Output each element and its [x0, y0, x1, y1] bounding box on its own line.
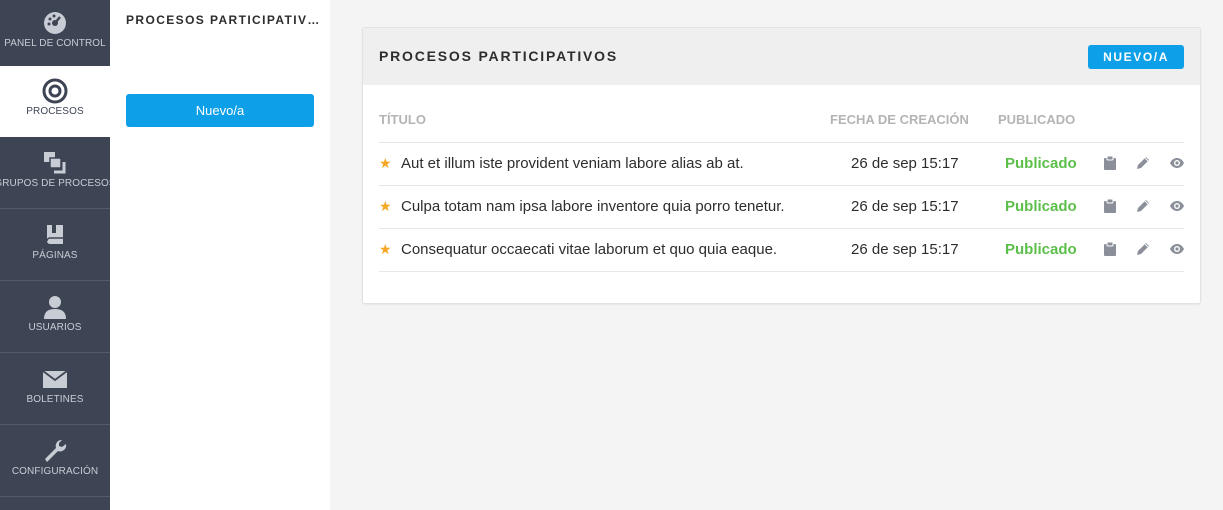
nav-item-paginas[interactable]: PÁGINAS	[0, 210, 110, 281]
target-icon	[42, 78, 68, 104]
user-icon	[42, 294, 68, 320]
nav-item-procesos[interactable]: PROCESOS	[0, 66, 110, 137]
new-button[interactable]: NUEVO/A	[1088, 45, 1184, 69]
process-title: Consequatur occaecati vitae laborum et q…	[401, 241, 778, 258]
main-sidebar: PANEL DE CONTROL PROCESOS GRUPOS DE PROC…	[0, 0, 116, 510]
column-header-titulo[interactable]: TÍTULO	[379, 112, 426, 127]
status-badge: Publicado	[1005, 155, 1077, 172]
nav-label: PROCESOS	[26, 106, 84, 117]
dashboard-icon	[42, 10, 68, 36]
envelope-icon	[42, 366, 68, 392]
pencil-icon[interactable]	[1135, 155, 1151, 171]
pencil-icon[interactable]	[1135, 241, 1151, 257]
new-process-button[interactable]: Nuevo/a	[126, 94, 314, 127]
table-row: ★ Culpa totam nam ipsa labore inventore …	[379, 186, 1184, 229]
eye-icon[interactable]	[1169, 198, 1185, 214]
clipboard-icon[interactable]	[1102, 198, 1118, 214]
nav-label: PANEL DE CONTROL	[4, 38, 106, 49]
book-icon	[42, 222, 68, 248]
table-header: TÍTULO FECHA DE CREACIÓN PUBLICADO	[379, 112, 1184, 143]
clipboard-icon[interactable]	[1102, 241, 1118, 257]
nav-item-panel-de-control[interactable]: PANEL DE CONTROL	[0, 0, 110, 71]
nav-label: GRUPOS DE PROCESOS	[0, 178, 116, 189]
column-header-publicado[interactable]: PUBLICADO	[998, 112, 1075, 127]
processes-card: PROCESOS PARTICIPATIVOS NUEVO/A TÍTULO F…	[362, 27, 1201, 304]
status-badge: Publicado	[1005, 241, 1077, 258]
card-title: PROCESOS PARTICIPATIVOS	[379, 48, 618, 64]
nav-item-usuarios[interactable]: USUARIOS	[0, 282, 110, 353]
section-title: PROCESOS PARTICIPATIVOS	[126, 13, 324, 27]
table-row: ★ Aut et illum iste provident veniam lab…	[379, 143, 1184, 186]
process-title: Aut et illum iste provident veniam labor…	[401, 155, 744, 172]
nav-label: PÁGINAS	[32, 250, 78, 261]
star-icon: ★	[379, 198, 392, 214]
nav-label: USUARIOS	[28, 322, 82, 333]
star-icon: ★	[379, 241, 392, 257]
creation-date: 26 de sep 15:17	[851, 198, 959, 215]
nav-item-grupos-de-procesos[interactable]: GRUPOS DE PROCESOS	[0, 138, 116, 209]
card-header: PROCESOS PARTICIPATIVOS NUEVO/A	[363, 28, 1200, 85]
eye-icon[interactable]	[1169, 241, 1185, 257]
column-header-fecha[interactable]: FECHA DE CREACIÓN	[830, 112, 969, 127]
star-icon: ★	[379, 155, 392, 171]
nav-item-boletines[interactable]: BOLETINES	[0, 354, 110, 425]
status-badge: Publicado	[1005, 198, 1077, 215]
creation-date: 26 de sep 15:17	[851, 155, 959, 172]
nav-label: CONFIGURACIÓN	[11, 466, 99, 477]
eye-icon[interactable]	[1169, 155, 1185, 171]
clipboard-icon[interactable]	[1102, 155, 1118, 171]
secondary-sidebar: PROCESOS PARTICIPATIVOS Nuevo/a	[110, 0, 330, 510]
process-groups-icon	[42, 150, 68, 176]
process-title: Culpa totam nam ipsa labore inventore qu…	[401, 198, 785, 215]
nav-label: BOLETINES	[26, 394, 84, 405]
wrench-icon	[42, 438, 68, 464]
nav-item-configuracion[interactable]: CONFIGURACIÓN	[0, 426, 110, 497]
pencil-icon[interactable]	[1135, 198, 1151, 214]
table-row: ★ Consequatur occaecati vitae laborum et…	[379, 229, 1184, 272]
creation-date: 26 de sep 15:17	[851, 241, 959, 258]
